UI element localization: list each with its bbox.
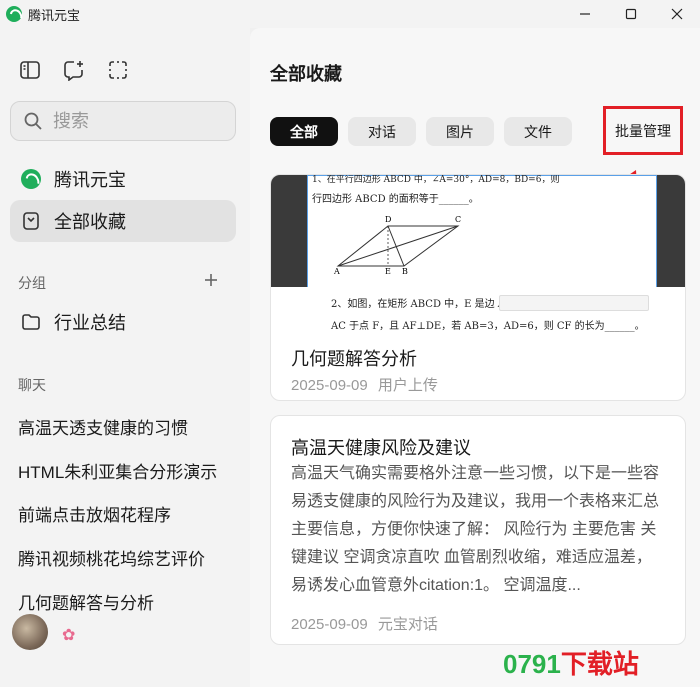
nav-item-all-favorites[interactable]: 全部收藏 (10, 200, 236, 242)
group-item-label: 行业总结 (54, 313, 126, 333)
groups-section-label: 分组 (18, 275, 46, 291)
vertex-label: A (333, 267, 340, 274)
card-source: 用户上传 (377, 377, 438, 394)
vertex-label: D (385, 215, 391, 224)
window-title: 腾讯元宝 (28, 7, 81, 23)
card-title: 高温天健康风险及建议 (291, 438, 471, 458)
main-panel: 全部收藏 全部 对话 图片 文件 批量管理 1、在平行四边形 ABCD 中，∠A… (250, 28, 700, 687)
thumbnail-text: 1、在平行四边形 ABCD 中，∠A=30°，AD=8，BD=6，则 (312, 175, 560, 185)
watermark-number: 0791 (503, 649, 561, 679)
yuanbao-logo-icon (6, 6, 22, 22)
tab-files[interactable]: 文件 (504, 117, 572, 146)
thumbnail-text: 2、如图，在矩形 ABCD 中，E 是边 AD (331, 299, 514, 310)
tab-all[interactable]: 全部 (270, 117, 338, 146)
vertex-label: C (455, 215, 461, 224)
thumbnail-document: 1、在平行四边形 ABCD 中，∠A=30°，AD=8，BD=6，则 行四边形 … (307, 175, 657, 291)
sidebar-toggle-icon[interactable] (18, 58, 42, 82)
group-item-industry-summary[interactable]: 行业总结 (10, 301, 236, 343)
chat-item[interactable]: HTML朱利亚集合分形演示 (18, 458, 217, 483)
nav-item-yuanbao[interactable]: 腾讯元宝 (10, 158, 236, 200)
title-bar: 腾讯元宝 (0, 0, 700, 28)
yuanbao-logo-icon (21, 169, 41, 189)
page-title: 全部收藏 (270, 64, 342, 84)
nav-item-label: 腾讯元宝 (54, 170, 126, 190)
thumbnail-text: AC 于点 F，且 AF⊥DE，若 AB=3，AD=6，则 CF 的长为____… (331, 321, 645, 332)
thumbnail-toolbar (499, 295, 649, 311)
close-icon (671, 8, 683, 20)
new-chat-icon[interactable] (62, 58, 86, 82)
card-preview-text: 高温天气确实需要格外注意一些习惯，以下是一些容易透支健康的风险行为及建议，我用一… (291, 465, 660, 594)
chat-item[interactable]: 几何题解答与分析 (18, 589, 154, 614)
search-input[interactable] (53, 110, 213, 132)
card-title: 几何题解答分析 (291, 349, 417, 369)
bookmark-icon (20, 210, 42, 232)
card-source: 元宝对话 (377, 616, 438, 633)
watermark: 0791下载站 (503, 644, 639, 681)
card-thumbnail: 1、在平行四边形 ABCD 中，∠A=30°，AD=8，BD=6，则 行四边形 … (271, 175, 685, 335)
maximize-button[interactable] (608, 0, 654, 28)
close-button[interactable] (654, 0, 700, 28)
avatar[interactable] (12, 614, 48, 650)
filter-tabs: 全部 对话 图片 文件 (270, 117, 572, 146)
thumbnail-text: 行四边形 ABCD 的面积等于______。 (312, 194, 479, 205)
maximize-icon (625, 8, 637, 20)
add-group-icon[interactable] (204, 273, 220, 289)
chats-section-label: 聊天 (18, 377, 46, 393)
window-controls (562, 0, 700, 28)
chat-item[interactable]: 腾讯视频桃花坞综艺评价 (18, 545, 205, 570)
folder-icon (20, 311, 42, 333)
tab-images[interactable]: 图片 (426, 117, 494, 146)
minimize-icon (580, 13, 590, 15)
screenshot-icon[interactable] (106, 58, 130, 82)
chat-item[interactable]: 高温天透支健康的习惯 (18, 414, 188, 439)
batch-manage-button[interactable]: 批量管理 (603, 106, 683, 155)
nav-item-label: 全部收藏 (54, 212, 126, 232)
card-meta: 2025-09-09 用户上传 (291, 374, 438, 395)
vertex-label: E (385, 267, 391, 274)
card-meta: 2025-09-09 元宝对话 (291, 613, 438, 634)
parallelogram-figure: D C A E B (333, 215, 461, 274)
tab-conversations[interactable]: 对话 (348, 117, 416, 146)
chat-item[interactable]: 前端点击放烟花程序 (18, 501, 171, 526)
search-box[interactable] (10, 101, 236, 141)
sidebar: 腾讯元宝 全部收藏 分组 行业总结 聊天 高温天透支健康的习惯 HTML朱利亚集… (0, 28, 250, 687)
watermark-text: 下载站 (560, 649, 639, 679)
search-icon (24, 112, 42, 130)
vertex-label: B (402, 267, 408, 274)
flower-badge-icon: ✿ (62, 627, 76, 644)
minimize-button[interactable] (562, 0, 608, 28)
favorite-card[interactable]: 高温天健康风险及建议 高温天气确实需要格外注意一些习惯，以下是一些容易透支健康的… (270, 415, 686, 645)
card-date: 2025-09-09 (291, 377, 368, 394)
favorite-card[interactable]: 1、在平行四边形 ABCD 中，∠A=30°，AD=8，BD=6，则 行四边形 … (270, 174, 686, 401)
sidebar-toolbar (18, 58, 130, 82)
card-date: 2025-09-09 (291, 616, 368, 633)
